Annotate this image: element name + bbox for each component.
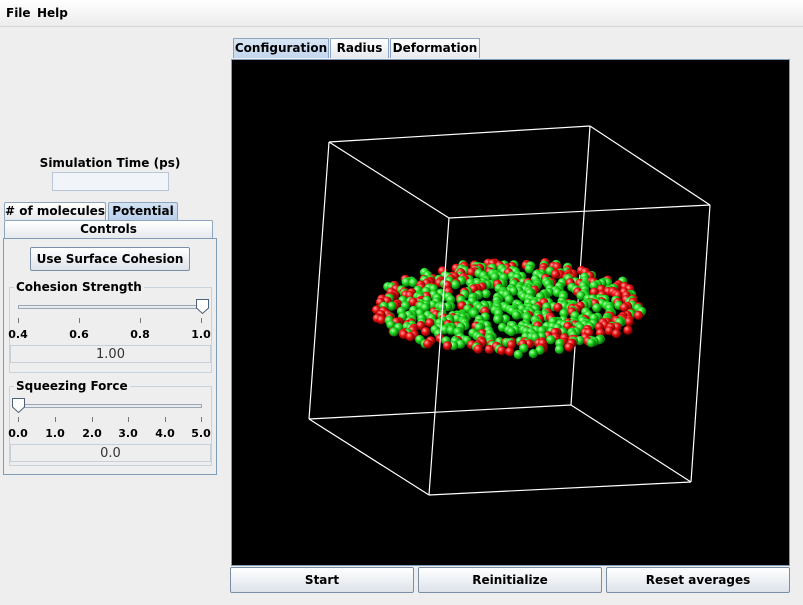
start-button[interactable]: Start (230, 567, 414, 593)
tab-potential[interactable]: Potential (108, 202, 178, 220)
bulk-molecule (511, 310, 521, 320)
surface-molecule (564, 342, 574, 352)
tick-mark (201, 318, 202, 323)
surface-molecule (376, 315, 386, 325)
surface-molecule (611, 329, 621, 339)
surface-molecule (624, 317, 634, 327)
simulation-time-field (52, 172, 169, 191)
tab-controls[interactable]: Controls (4, 220, 213, 238)
cohesion-tick-label: 0.4 (8, 328, 28, 341)
molecule-cloud (372, 258, 647, 360)
reset-averages-button[interactable]: Reset averages (606, 567, 790, 593)
squeezing-force-group: Squeezing Force 0.0 1.0 2.0 3.0 4.0 5.0 … (8, 379, 212, 466)
surface-molecule (442, 341, 452, 351)
bulk-molecule (592, 303, 602, 313)
cohesion-strength-track[interactable] (18, 305, 202, 309)
bulk-molecule (389, 327, 399, 337)
tick-mark (128, 417, 129, 422)
surface-molecule (497, 346, 507, 356)
squeezing-tick-label: 3.0 (118, 427, 138, 440)
surface-molecule (623, 325, 633, 335)
squeezing-tick-label: 2.0 (82, 427, 102, 440)
cohesion-strength-slider-thumb[interactable] (195, 299, 209, 314)
tick-mark (79, 318, 80, 323)
use-surface-cohesion-button[interactable]: Use Surface Cohesion (30, 247, 190, 271)
menu-file[interactable]: File (6, 6, 31, 20)
tick-mark (165, 417, 166, 422)
tick-mark (18, 417, 19, 422)
tick-mark (201, 417, 202, 422)
menu-bar: File Help (0, 0, 803, 27)
tab-number-of-molecules[interactable]: # of molecules (4, 202, 106, 220)
tab-configuration[interactable]: Configuration (233, 38, 329, 58)
cohesion-tick-label: 0.6 (69, 328, 89, 341)
surface-molecule (421, 327, 431, 337)
bulk-molecule (528, 349, 538, 359)
tick-mark (140, 318, 141, 323)
squeezing-tick-label: 0.0 (8, 427, 28, 440)
bulk-molecule (546, 335, 556, 345)
surface-molecule (484, 344, 494, 354)
bulk-molecule (450, 280, 460, 290)
controls-panel: Use Surface Cohesion Cohesion Strength 0… (3, 238, 217, 475)
cohesion-tick-label: 1.0 (191, 328, 211, 341)
bulk-molecule (524, 264, 534, 274)
tick-mark (18, 318, 19, 323)
bulk-molecule (554, 344, 564, 354)
surface-molecule (633, 310, 644, 320)
menu-help[interactable]: Help (37, 6, 68, 20)
simulation-time-label: Simulation Time (ps) (39, 156, 181, 170)
configuration-3d-view[interactable] (231, 59, 790, 566)
bulk-molecule (513, 349, 523, 360)
surface-molecule (550, 269, 560, 279)
squeezing-force-title: Squeezing Force (14, 379, 130, 393)
surface-molecule (405, 332, 415, 342)
surface-molecule (505, 347, 515, 357)
reinitialize-button[interactable]: Reinitialize (418, 567, 602, 593)
tick-mark (92, 417, 93, 422)
surface-molecule (473, 344, 483, 354)
squeezing-force-value: 0.0 (10, 444, 211, 462)
cohesion-strength-group: Cohesion Strength 0.4 0.6 0.8 1.0 1.00 (8, 280, 212, 373)
cohesion-tick-label: 0.8 (130, 328, 150, 341)
squeezing-tick-label: 1.0 (45, 427, 65, 440)
tab-radius[interactable]: Radius (330, 38, 389, 58)
bulk-molecule (586, 338, 596, 348)
surface-molecule (423, 339, 433, 349)
cohesion-strength-value: 1.00 (10, 345, 211, 363)
cohesion-strength-title: Cohesion Strength (14, 280, 144, 294)
bulk-molecule (493, 314, 503, 324)
bulk-molecule (506, 327, 516, 337)
squeezing-tick-label: 4.0 (155, 427, 175, 440)
squeezing-tick-label: 5.0 (191, 427, 211, 440)
tab-deformation[interactable]: Deformation (390, 38, 480, 58)
squeezing-force-slider-thumb[interactable] (11, 398, 25, 413)
tick-mark (55, 417, 56, 422)
molecule-scene[interactable] (232, 60, 789, 565)
squeezing-force-track[interactable] (18, 404, 202, 408)
